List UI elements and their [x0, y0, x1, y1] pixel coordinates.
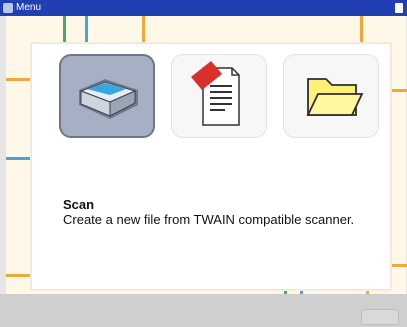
- selected-option-description: Create a new file from TWAIN compatible …: [63, 212, 355, 227]
- bottom-bar: [0, 294, 407, 327]
- grid-line-h3: [6, 274, 30, 277]
- app-icon: [3, 3, 13, 13]
- scanner-icon: [79, 79, 138, 119]
- pdf-document-icon: [191, 61, 240, 126]
- scan-option-button[interactable]: [59, 54, 155, 138]
- grid-line-h1: [6, 78, 30, 81]
- folder-option-button[interactable]: [283, 54, 379, 138]
- folder-icon: [306, 78, 364, 116]
- close-button[interactable]: [395, 3, 403, 13]
- pdf-option-button[interactable]: [171, 54, 267, 138]
- grid-line-v3: [142, 16, 145, 43]
- grid-line-v4: [360, 16, 363, 43]
- window-titlebar[interactable]: Menu: [0, 0, 407, 16]
- grid-line-h2: [6, 157, 30, 160]
- bottom-right-button[interactable]: [361, 309, 399, 325]
- window-title: Menu: [16, 2, 42, 13]
- option-description-panel: Scan Create a new file from TWAIN compat…: [63, 197, 373, 227]
- grid-line-v1: [63, 16, 66, 43]
- selected-option-title: Scan: [63, 197, 95, 212]
- grid-line-v2: [85, 16, 88, 43]
